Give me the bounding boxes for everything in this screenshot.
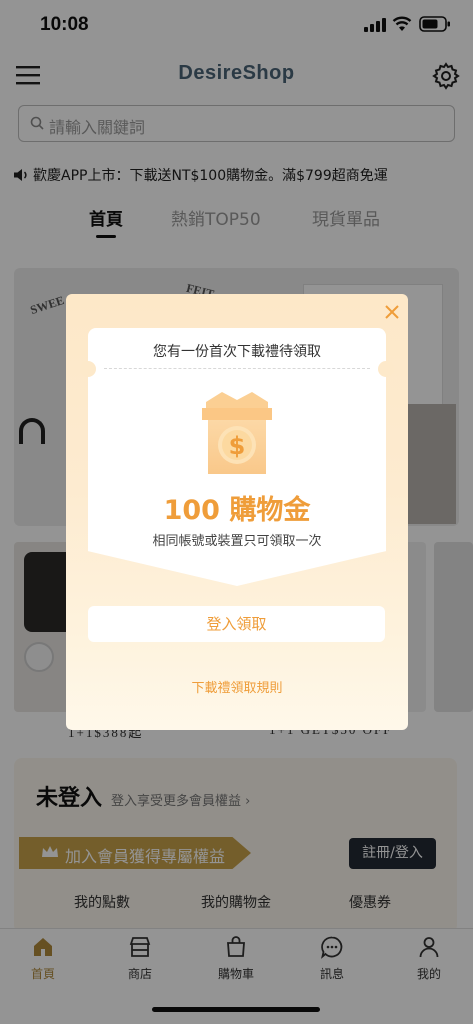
gift-box-icon: $ <box>202 392 272 474</box>
ticket-notch <box>80 361 96 377</box>
svg-text:$: $ <box>229 432 246 460</box>
close-icon[interactable] <box>384 304 400 320</box>
ticket-divider <box>104 368 370 369</box>
gift-amount: 100 購物金 <box>163 495 311 526</box>
gift-rules-link[interactable]: 下載禮領取規則 <box>66 677 408 696</box>
ticket-notch <box>378 361 394 377</box>
login-claim-button[interactable]: 登入領取 <box>88 606 385 642</box>
first-download-gift-modal: 您有一份首次下載禮待領取 $ 100 購物金 相同帳號或裝置只可領取一次 登入領… <box>66 294 408 730</box>
gift-heading: 您有一份首次下載禮待領取 <box>153 344 321 360</box>
gift-note: 相同帳號或裝置只可領取一次 <box>152 534 322 549</box>
gift-ticket: 您有一份首次下載禮待領取 $ 100 購物金 相同帳號或裝置只可領取一次 <box>80 328 394 586</box>
